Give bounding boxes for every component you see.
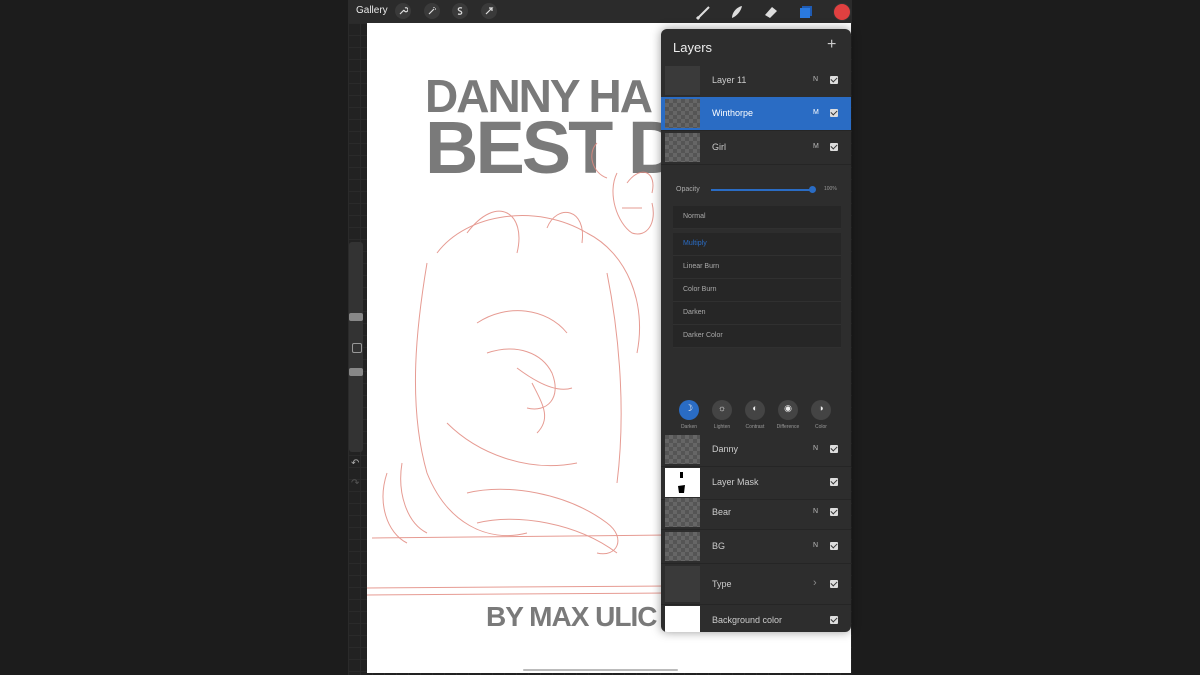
blend-mode-label: Linear Burn <box>683 263 720 270</box>
layers-icon[interactable] <box>797 3 815 21</box>
layer-blend-mode[interactable]: N <box>813 76 818 83</box>
layer-thumbnail <box>665 66 700 95</box>
lighten-mode-button[interactable]: ☼ <box>712 400 732 420</box>
mask-thumbnail-shape <box>678 472 685 493</box>
layer-row-layer-11[interactable]: Layer 11 N <box>661 64 851 98</box>
layer-row-layer-mask[interactable]: Layer Mask <box>661 466 851 500</box>
layer-name: Girl <box>712 142 726 152</box>
layer-name: Background color <box>712 615 783 625</box>
layer-visibility-checkbox[interactable] <box>830 580 838 588</box>
eraser-icon[interactable] <box>762 3 780 21</box>
modify-button[interactable] <box>352 343 362 353</box>
blend-mode-label: Color Burn <box>683 286 717 293</box>
layer-row-girl[interactable]: Girl M <box>661 131 851 165</box>
layer-thumbnail <box>665 532 700 561</box>
brush-size-handle[interactable] <box>349 313 363 321</box>
layer-thumbnail <box>665 133 700 162</box>
layer-name: Danny <box>712 444 739 454</box>
layer-blend-mode[interactable]: N <box>813 508 818 515</box>
layer-name: Winthorpe <box>712 108 754 118</box>
color-mode-button[interactable]: ◑ <box>811 400 831 420</box>
chevron-right-icon[interactable]: › <box>813 577 817 589</box>
blend-mode-label: Darken <box>683 309 706 316</box>
opacity-value: 100% <box>824 186 837 192</box>
layer-thumbnail <box>665 468 700 497</box>
layer-visibility-checkbox[interactable] <box>830 445 838 453</box>
layer-visibility-checkbox[interactable] <box>830 508 838 516</box>
color-icon: ◑ <box>818 403 824 413</box>
layer-visibility-checkbox[interactable] <box>830 542 838 550</box>
selection-icon[interactable] <box>452 3 468 19</box>
opacity-slider-knob[interactable] <box>809 186 816 193</box>
layer-row-bg[interactable]: BG N <box>661 530 851 564</box>
layer-name: BG <box>712 541 726 551</box>
contrast-icon: ◐ <box>752 403 758 413</box>
layer-group-type[interactable]: Type › <box>661 566 851 605</box>
layer-name: Bear <box>712 507 732 517</box>
difference-mode-button[interactable]: ◉ <box>778 400 798 420</box>
layer-blend-mode[interactable]: N <box>813 445 818 452</box>
brush-icon[interactable] <box>695 3 713 21</box>
layer-name: Type <box>712 579 732 589</box>
undo-icon[interactable]: ↶ <box>351 458 359 469</box>
layers-panel: Layers + Layer 11 N Winthorpe M Girl M O… <box>661 29 851 632</box>
difference-icon: ◉ <box>784 403 792 413</box>
layer-visibility-checkbox[interactable] <box>830 143 838 151</box>
left-background <box>0 0 348 675</box>
sun-icon: ☼ <box>717 403 727 413</box>
blend-mode-multiply[interactable]: Multiply <box>673 233 841 256</box>
layer-name: Layer Mask <box>712 477 759 487</box>
color-picker-button[interactable] <box>833 3 851 21</box>
group-thumbnail <box>665 566 700 602</box>
layer-thumbnail <box>665 606 700 632</box>
canvas-byline: BY MAX ULIC <box>486 601 657 632</box>
layer-visibility-checkbox[interactable] <box>830 478 838 486</box>
blend-mode-label: Multiply <box>683 240 707 247</box>
layer-visibility-checkbox[interactable] <box>830 76 838 84</box>
opacity-label: Opacity <box>676 186 700 193</box>
blend-mode-color-burn[interactable]: Color Burn <box>673 279 841 302</box>
layer-blend-mode[interactable]: N <box>813 542 818 549</box>
blend-mode-label: Darker Color <box>683 332 723 339</box>
moon-icon: ☽ <box>684 403 694 413</box>
layer-row-winthorpe[interactable]: Winthorpe M <box>661 97 851 131</box>
layers-panel-title: Layers <box>673 40 713 55</box>
gallery-button[interactable]: Gallery <box>356 5 388 16</box>
layer-visibility-checkbox[interactable] <box>830 616 838 624</box>
opacity-slider-handle[interactable] <box>349 368 363 376</box>
layer-thumbnail <box>665 99 700 128</box>
layer-row-danny[interactable]: Danny N <box>661 433 851 467</box>
blend-mode-darken[interactable]: Darken <box>673 302 841 325</box>
add-layer-button[interactable]: + <box>827 36 836 54</box>
mode-label-color: Color <box>815 424 827 430</box>
smudge-icon[interactable] <box>728 3 746 21</box>
contrast-mode-button[interactable]: ◐ <box>745 400 765 420</box>
layer-name: Layer 11 <box>712 75 747 85</box>
wrench-icon[interactable] <box>395 3 411 19</box>
blend-mode-darker-color[interactable]: Darker Color <box>673 325 841 348</box>
right-background <box>852 0 1200 675</box>
blend-mode-normal[interactable]: Normal <box>673 206 841 229</box>
darken-mode-button[interactable]: ☽ <box>679 400 699 420</box>
redo-icon[interactable]: ↷ <box>351 478 359 489</box>
transform-icon[interactable] <box>481 3 497 19</box>
home-indicator <box>523 669 678 671</box>
layer-blend-mode[interactable]: M <box>813 143 819 150</box>
layer-blend-mode[interactable]: M <box>813 109 819 116</box>
magic-wand-icon[interactable] <box>424 3 440 19</box>
layer-thumbnail <box>665 435 700 464</box>
opacity-slider[interactable] <box>711 189 813 191</box>
layer-row-bear[interactable]: Bear N <box>661 496 851 530</box>
layer-row-background-color[interactable]: Background color <box>661 604 851 632</box>
blend-mode-linear-burn[interactable]: Linear Burn <box>673 256 841 279</box>
layer-thumbnail <box>665 498 700 527</box>
blend-mode-label: Normal <box>683 213 706 220</box>
layer-visibility-checkbox[interactable] <box>830 109 838 117</box>
